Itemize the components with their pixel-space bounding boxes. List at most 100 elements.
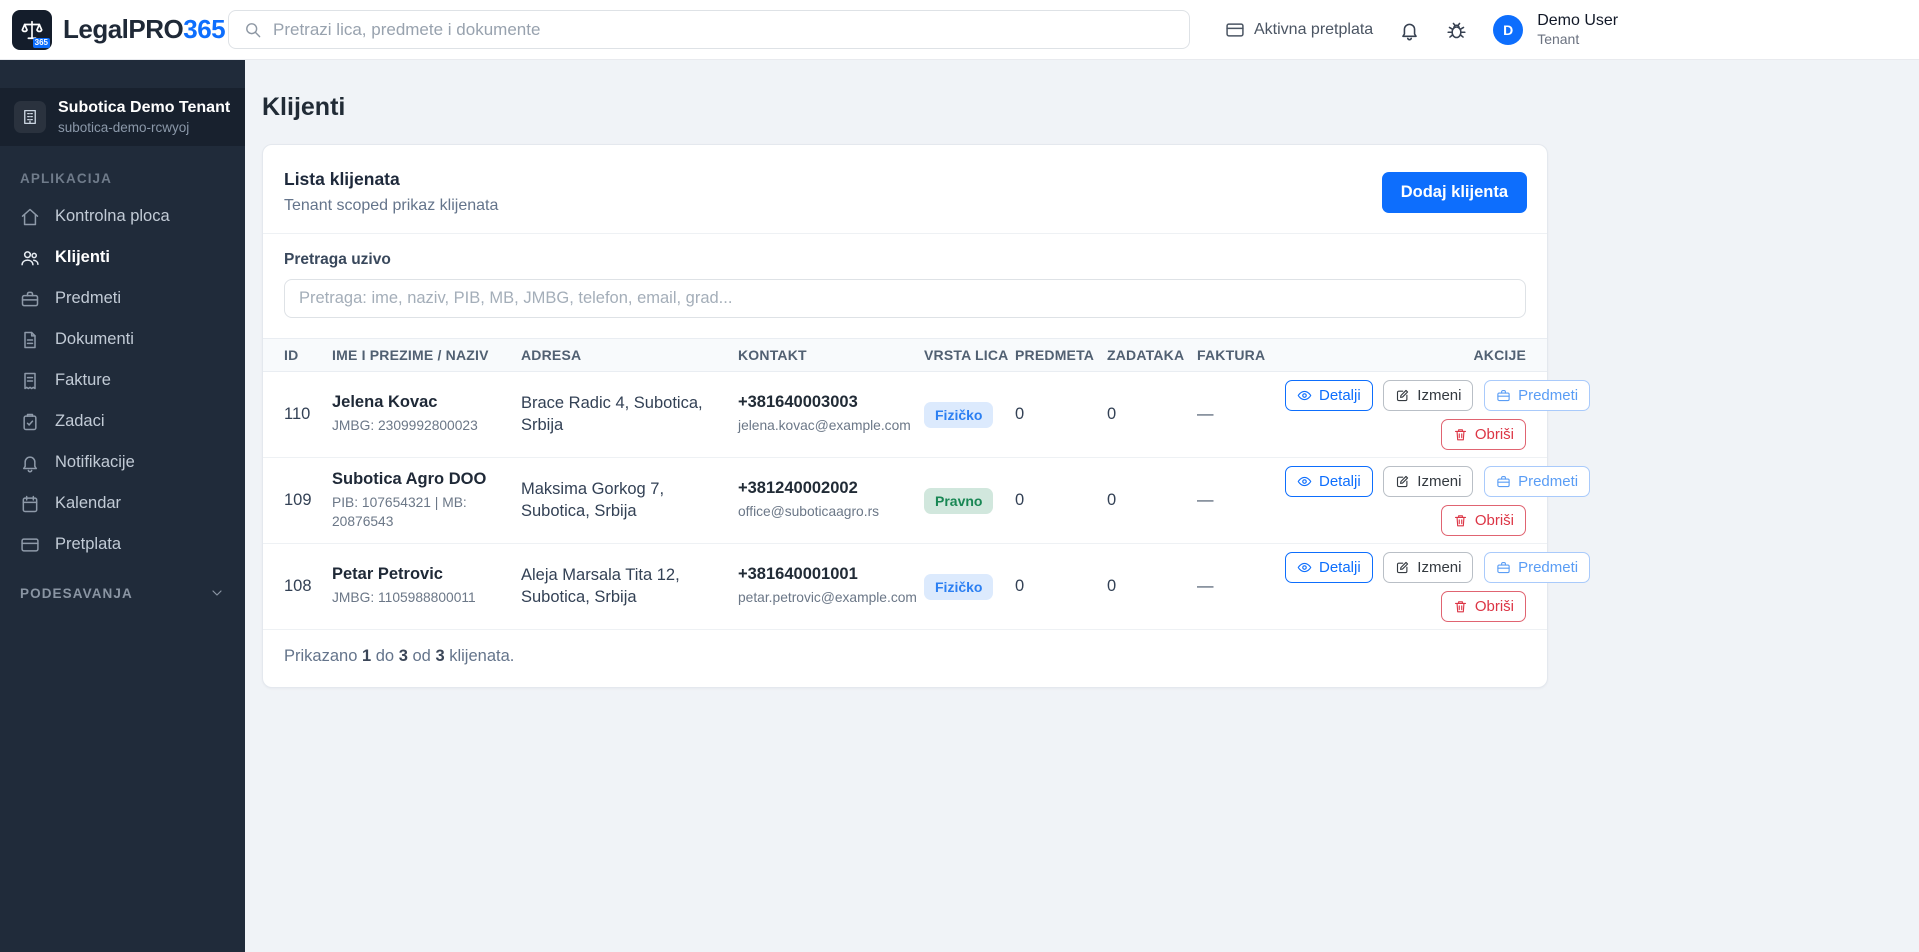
sidebar: Subotica Demo Tenant subotica-demo-rcwyo… bbox=[0, 60, 245, 952]
trash-icon bbox=[1453, 427, 1468, 442]
briefcase-icon bbox=[1496, 388, 1511, 403]
client-cases-count: 0 bbox=[1015, 457, 1107, 544]
column-header-actions: AKCIJE bbox=[1285, 338, 1547, 372]
edit-button[interactable]: Izmeni bbox=[1383, 465, 1474, 497]
cases-button[interactable]: Predmeti bbox=[1484, 465, 1591, 497]
column-header-type: VRSTA LICA bbox=[924, 338, 1015, 372]
user-menu[interactable]: Demo User Tenant bbox=[1537, 11, 1618, 49]
delete-button[interactable]: Obriši bbox=[1440, 590, 1526, 622]
client-invoices: — bbox=[1197, 371, 1285, 458]
client-email: petar.petrovic@example.com bbox=[738, 590, 917, 606]
briefcase-icon bbox=[1496, 474, 1511, 489]
eye-icon bbox=[1297, 388, 1312, 403]
calendar-icon bbox=[20, 494, 40, 514]
client-row: 109 Subotica Agro DOO PIB: 107654321 | M… bbox=[263, 457, 1591, 544]
invoice-icon bbox=[20, 371, 40, 391]
users-icon bbox=[20, 248, 40, 268]
cases-button[interactable]: Predmeti bbox=[1484, 551, 1591, 583]
client-address: Brace Radic 4, Subotica, Srbija bbox=[521, 371, 738, 458]
subscription-label: Aktivna pretplata bbox=[1254, 21, 1374, 38]
client-cases-count: 0 bbox=[1015, 371, 1107, 458]
client-row: 108 Petar Petrovic JMBG: 1105988800011 A… bbox=[263, 543, 1591, 630]
subscription-status[interactable]: Aktivna pretplata bbox=[1225, 20, 1373, 40]
scales-logo-icon: 365 bbox=[12, 9, 52, 50]
client-phone: +381240002002 bbox=[738, 479, 858, 498]
sidebar-section-label: APLIKACIJA bbox=[20, 171, 113, 186]
column-header-tasks: ZADATAKA bbox=[1107, 338, 1197, 372]
home-icon bbox=[20, 207, 40, 227]
details-button[interactable]: Detalji bbox=[1285, 551, 1373, 583]
brand-name: LegalPRO365 bbox=[63, 14, 226, 44]
column-header-cases: PREDMETA bbox=[1015, 338, 1107, 372]
tasks-icon bbox=[20, 412, 40, 432]
add-client-button[interactable]: Dodaj klijenta bbox=[1381, 171, 1527, 213]
trash-icon bbox=[1453, 513, 1468, 528]
sidebar-item-subscription[interactable]: Pretplata bbox=[0, 524, 245, 565]
tenant-switcher[interactable]: Subotica Demo Tenant subotica-demo-rcwyo… bbox=[0, 88, 245, 146]
client-address: Maksima Gorkog 7, Subotica, Srbija bbox=[521, 457, 738, 544]
details-button[interactable]: Detalji bbox=[1285, 465, 1373, 497]
bell-icon bbox=[20, 453, 40, 473]
client-tasks-count: 0 bbox=[1107, 371, 1197, 458]
client-id: 110 bbox=[263, 371, 332, 458]
column-header-invoices: FAKTURA bbox=[1197, 338, 1285, 372]
app: 365 LegalPRO365 Aktivna pretplata D Demo… bbox=[0, 0, 1919, 952]
sidebar-item-calendar[interactable]: Kalendar bbox=[0, 483, 245, 524]
cases-button[interactable]: Predmeti bbox=[1484, 379, 1591, 411]
client-phone: +381640003003 bbox=[738, 393, 858, 412]
client-details: JMBG: 2309992800023 bbox=[332, 418, 478, 434]
debug-bug-icon[interactable] bbox=[1446, 20, 1467, 41]
logo-365-badge: 365 bbox=[32, 37, 50, 48]
chevron-down-icon bbox=[209, 585, 225, 601]
clients-table: ID IME I PREZIME / NAZIV ADRESA KONTAKT … bbox=[263, 338, 1591, 630]
top-header: 365 LegalPRO365 Aktivna pretplata D Demo… bbox=[0, 0, 1919, 60]
main-content: Klijenti Lista klijenata Tenant scoped p… bbox=[245, 60, 1919, 952]
client-type-badge: Fizičko bbox=[924, 401, 994, 428]
sidebar-item-notifications[interactable]: Notifikacije bbox=[0, 442, 245, 483]
user-role: Tenant bbox=[1537, 31, 1580, 48]
client-cases-count: 0 bbox=[1015, 543, 1107, 630]
client-name: Petar Petrovic bbox=[332, 565, 443, 584]
delete-button[interactable]: Obriši bbox=[1440, 504, 1526, 536]
sidebar-settings-toggle[interactable]: PODESAVANJA bbox=[0, 573, 245, 613]
trash-icon bbox=[1453, 599, 1468, 614]
card-subtitle: Tenant scoped prikaz klijenata bbox=[284, 197, 499, 214]
column-header-address: ADRESA bbox=[521, 338, 738, 372]
client-id: 109 bbox=[263, 457, 332, 544]
pencil-icon bbox=[1395, 388, 1410, 403]
brand-logo[interactable]: 365 LegalPRO365 bbox=[0, 9, 228, 50]
sidebar-item-tasks[interactable]: Zadaci bbox=[0, 401, 245, 442]
client-type-badge: Fizičko bbox=[924, 573, 994, 600]
sidebar-item-clients[interactable]: Klijenti bbox=[0, 237, 245, 278]
pencil-icon bbox=[1395, 474, 1410, 489]
table-header-row: ID IME I PREZIME / NAZIV ADRESA KONTAKT … bbox=[263, 338, 1547, 372]
client-email: office@suboticaagro.rs bbox=[738, 504, 880, 520]
delete-button[interactable]: Obriši bbox=[1440, 418, 1526, 450]
edit-button[interactable]: Izmeni bbox=[1383, 379, 1474, 411]
client-email: jelena.kovac@example.com bbox=[738, 418, 911, 434]
user-avatar[interactable]: D bbox=[1493, 15, 1524, 45]
page-title: Klijenti bbox=[262, 93, 346, 121]
client-phone: +381640001001 bbox=[738, 565, 858, 584]
edit-button[interactable]: Izmeni bbox=[1383, 551, 1474, 583]
client-address: Aleja Marsala Tita 12, Subotica, Srbija bbox=[521, 543, 738, 630]
global-search-input[interactable] bbox=[228, 10, 1190, 49]
briefcase-icon bbox=[20, 289, 40, 309]
details-button[interactable]: Detalji bbox=[1285, 379, 1373, 411]
sidebar-item-dashboard[interactable]: Kontrolna ploca bbox=[0, 196, 245, 237]
card-title: Lista klijenata bbox=[284, 169, 400, 189]
notifications-bell-icon[interactable] bbox=[1399, 20, 1420, 41]
live-search-label: Pretraga uzivo bbox=[284, 251, 391, 268]
client-details: JMBG: 1105988800011 bbox=[332, 590, 476, 606]
client-row: 110 Jelena Kovac JMBG: 2309992800023 Bra… bbox=[263, 371, 1591, 458]
document-icon bbox=[20, 330, 40, 350]
client-id: 108 bbox=[263, 543, 332, 630]
column-header-name: IME I PREZIME / NAZIV bbox=[332, 338, 521, 372]
eye-icon bbox=[1297, 560, 1312, 575]
client-name: Jelena Kovac bbox=[332, 393, 438, 412]
briefcase-icon bbox=[1496, 560, 1511, 575]
sidebar-item-documents[interactable]: Dokumenti bbox=[0, 319, 245, 360]
sidebar-item-invoices[interactable]: Fakture bbox=[0, 360, 245, 401]
sidebar-item-cases[interactable]: Predmeti bbox=[0, 278, 245, 319]
live-search-input[interactable] bbox=[284, 279, 1526, 318]
